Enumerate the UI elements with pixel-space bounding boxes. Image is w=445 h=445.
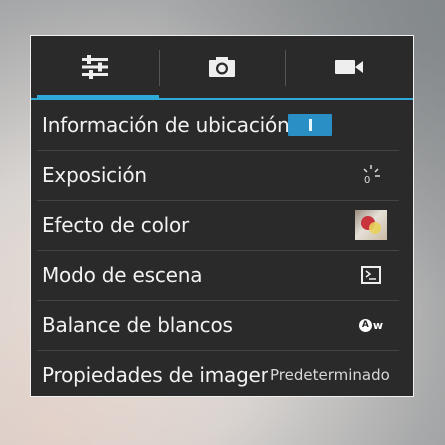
- setting-label: Exposición: [42, 163, 147, 187]
- setting-location-info[interactable]: Información de ubicación: [31, 100, 413, 150]
- setting-image-properties[interactable]: Propiedades de imagen Predeterminado: [31, 350, 413, 396]
- tab-general-settings[interactable]: [31, 36, 159, 100]
- exposure-icon: 0: [363, 165, 380, 186]
- camera-icon: [209, 57, 235, 77]
- awb-suffix: w: [372, 318, 384, 332]
- setting-scene-mode[interactable]: Modo de escena: [31, 250, 413, 300]
- video-camera-icon: [335, 60, 363, 74]
- settings-list: Información de ubicación Exposición 0 Ef…: [31, 100, 413, 396]
- setting-color-effect[interactable]: Efecto de color: [31, 200, 413, 250]
- tab-divider: [285, 50, 286, 86]
- camera-settings-panel: Información de ubicación Exposición 0 Ef…: [30, 35, 414, 397]
- scene-mode-icon: [361, 266, 381, 284]
- setting-value: Predeterminado: [270, 366, 390, 384]
- white-balance-auto-icon: Aw: [358, 318, 384, 332]
- settings-tab-bar: [31, 36, 413, 100]
- setting-label: Efecto de color: [42, 213, 190, 237]
- setting-label: Propiedades de imagen: [42, 363, 268, 387]
- exposure-value: 0: [364, 175, 370, 186]
- sliders-icon: [82, 55, 108, 79]
- tab-photo-settings[interactable]: [159, 36, 285, 98]
- setting-white-balance[interactable]: Balance de blancos Aw: [31, 300, 413, 350]
- setting-exposure[interactable]: Exposición 0: [31, 150, 413, 200]
- toggle-on-indicator: [308, 119, 312, 131]
- tab-divider: [159, 50, 160, 86]
- location-toggle[interactable]: [288, 114, 332, 136]
- setting-label: Balance de blancos: [42, 313, 233, 337]
- setting-label: Modo de escena: [42, 263, 203, 287]
- awb-badge: A: [358, 318, 372, 332]
- color-effect-thumbnail: [355, 210, 387, 240]
- tab-video-settings[interactable]: [285, 36, 413, 98]
- setting-label: Información de ubicación: [42, 113, 288, 137]
